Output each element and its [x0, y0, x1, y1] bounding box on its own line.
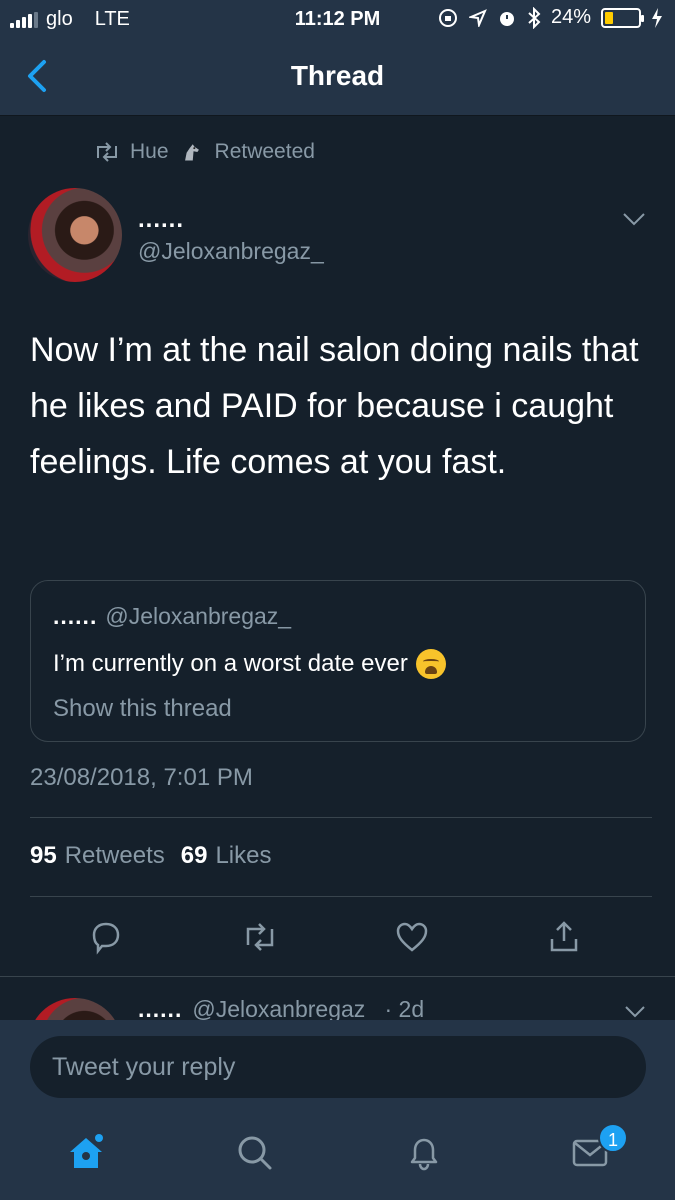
retweet-context[interactable]: Hue Retweeted	[94, 140, 315, 164]
quoted-tweet-text: I’m currently on a worst date ever	[53, 650, 408, 677]
tweet-timestamp: 23/08/2018, 7:01 PM	[30, 764, 253, 791]
divider	[0, 976, 675, 977]
chevron-down-icon[interactable]	[621, 210, 647, 228]
retweets-stat[interactable]: 95 Retweets	[30, 842, 165, 870]
reply-placeholder: Tweet your reply	[52, 1053, 236, 1081]
share-button[interactable]	[542, 915, 586, 959]
reply-button[interactable]	[84, 915, 128, 959]
tweet-actions	[0, 915, 675, 959]
reply-icon	[92, 922, 120, 955]
search-icon	[238, 1136, 272, 1170]
top-bar: glo LTE 11:12 PM 24% Thread	[0, 0, 675, 116]
retweets-label: Retweets	[64, 842, 165, 869]
retweet-icon	[246, 923, 274, 951]
retweeter-name: Hue	[130, 140, 169, 163]
alarm-icon	[499, 11, 514, 26]
retweets-count: 95	[30, 842, 57, 869]
quoted-author-name: ......	[53, 603, 98, 629]
share-icon	[550, 921, 578, 952]
chevron-down-icon[interactable]	[623, 1004, 647, 1020]
divider	[30, 896, 652, 897]
location-icon	[468, 8, 487, 27]
tab-home[interactable]	[64, 1130, 108, 1174]
like-button[interactable]	[390, 915, 434, 959]
messages-badge: 1	[598, 1123, 628, 1153]
quoted-author-handle: @Jeloxanbregaz_	[105, 603, 292, 629]
tab-notifications[interactable]	[402, 1130, 446, 1174]
reply-input[interactable]: Tweet your reply	[30, 1036, 646, 1098]
show-thread-link[interactable]: Show this thread	[53, 695, 232, 723]
likes-stat[interactable]: 69 Likes	[181, 842, 272, 870]
quoted-tweet-header: ...... @Jeloxanbregaz_	[53, 603, 291, 630]
likes-label: Likes	[215, 842, 272, 869]
battery-percent: 24%	[550, 6, 591, 28]
author-name[interactable]: ......	[138, 206, 184, 234]
heart-icon	[396, 922, 428, 952]
author-avatar[interactable]	[28, 188, 122, 282]
bottom-bar: Tweet your reply	[0, 1020, 675, 1200]
quoted-tweet-text-row: I’m currently on a worst date ever	[53, 649, 446, 679]
bell-icon	[410, 1138, 438, 1171]
charging-icon	[652, 7, 662, 28]
next-tweet-handle-time: @Jeloxanbregaz_ · 2d	[192, 996, 425, 1022]
tweet-text: Now I’m at the nail salon doing nails th…	[30, 331, 639, 481]
horse-emoji-icon	[184, 144, 199, 161]
next-tweet-header[interactable]: ...... @Jeloxanbregaz_ · 2d	[138, 996, 424, 1023]
battery-icon	[601, 7, 644, 28]
rotation-lock-icon	[438, 8, 457, 27]
retweeted-label: Retweeted	[214, 140, 315, 163]
quoted-tweet[interactable]: ...... @Jeloxanbregaz_ I’m currently on a…	[30, 580, 646, 742]
weary-face-emoji-icon	[415, 649, 446, 679]
tab-search[interactable]	[232, 1130, 276, 1174]
status-bar: glo LTE 11:12 PM 24%	[0, 0, 675, 40]
retweet-icon	[97, 142, 117, 162]
next-tweet-author-name: ......	[138, 996, 183, 1022]
retweet-button[interactable]	[238, 915, 282, 959]
author-handle[interactable]: @Jeloxanbregaz_	[138, 238, 324, 265]
divider	[30, 817, 652, 818]
tweet-stats: 95 Retweets 69 Likes	[30, 842, 271, 870]
bluetooth-icon	[528, 6, 541, 29]
likes-count: 69	[180, 842, 208, 869]
home-icon	[70, 1134, 103, 1168]
page-title: Thread	[290, 60, 385, 91]
